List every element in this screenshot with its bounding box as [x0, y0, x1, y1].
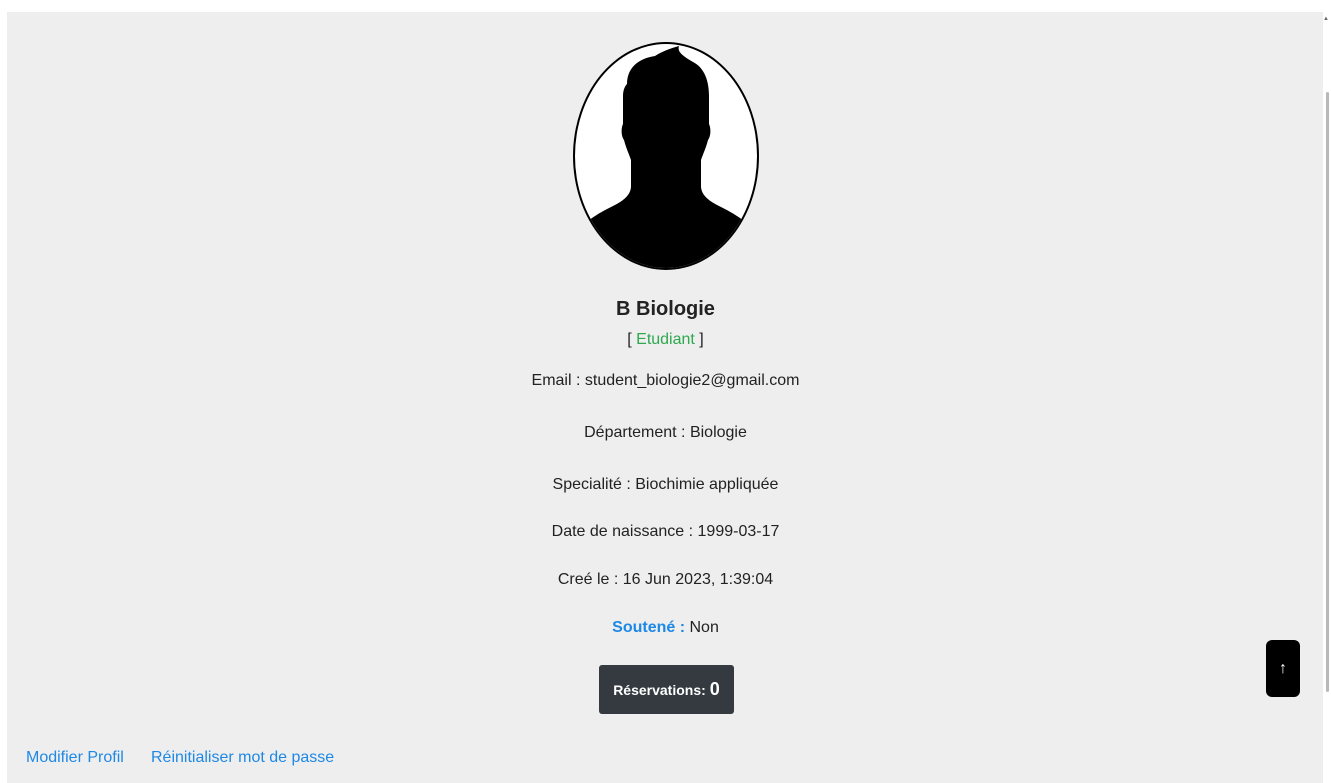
- email-label: Email :: [531, 372, 585, 389]
- role-bracket-close: ]: [694, 331, 704, 348]
- specialty-label: Specialité :: [552, 476, 636, 493]
- department-value: Biologie: [689, 424, 747, 441]
- reservations-label: Réservations:: [613, 681, 706, 698]
- avatar: [573, 42, 759, 270]
- role-value: Etudiant: [636, 331, 695, 348]
- user-silhouette-icon: [575, 46, 757, 268]
- created-label: Creé le :: [557, 571, 623, 588]
- birthdate-label: Date de naissance :: [551, 523, 698, 540]
- specialty-value: Biochimie appliquée: [635, 476, 779, 493]
- reservations-count: 0: [709, 679, 720, 699]
- soutene-value: Non: [689, 619, 719, 636]
- arrow-up-icon: ↑: [1279, 659, 1287, 677]
- soutene-label: Soutené :: [612, 619, 690, 636]
- role-bracket-open: [: [627, 331, 637, 348]
- specialty-row: Specialité : Biochimie appliquée: [0, 476, 1331, 494]
- reservations-button[interactable]: Réservations: 0: [599, 665, 734, 714]
- created-row: Creé le : 16 Jun 2023, 1:39:04: [0, 571, 1331, 589]
- birthdate-value: 1999-03-17: [697, 523, 780, 540]
- edit-profile-link[interactable]: Modifier Profil: [26, 749, 124, 767]
- scrollbar-thumb[interactable]: [1326, 92, 1329, 692]
- soutene-row: Soutené : Non: [0, 619, 1331, 637]
- reset-password-link[interactable]: Réinitialiser mot de passe: [151, 749, 334, 767]
- scroll-to-top-button[interactable]: ↑: [1266, 640, 1300, 697]
- department-label: Département :: [584, 424, 690, 441]
- email-value: student_biologie2@gmail.com: [584, 372, 800, 389]
- department-row: Département : Biologie: [0, 424, 1331, 442]
- email-row: Email : student_biologie2@gmail.com: [0, 372, 1331, 390]
- birthdate-row: Date de naissance : 1999-03-17: [0, 523, 1331, 541]
- created-value: 16 Jun 2023, 1:39:04: [622, 571, 774, 588]
- scroll-up-arrow-icon[interactable]: ▲: [1323, 16, 1329, 22]
- profile-name: B Biologie: [616, 298, 715, 320]
- profile-role: [ Etudiant ]: [0, 331, 1331, 349]
